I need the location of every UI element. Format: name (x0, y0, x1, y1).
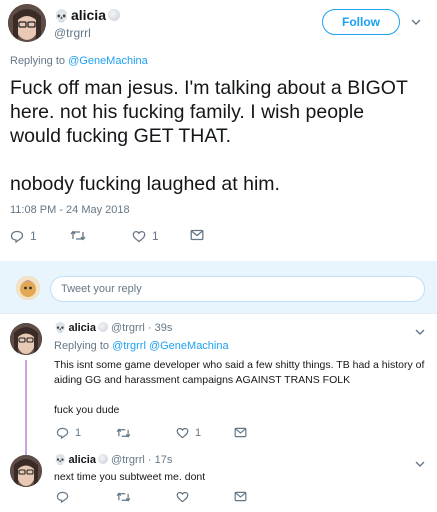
reply-header: 💀 alicia @trgrrl · 17s (54, 454, 172, 466)
tweet-line: would fucking GET THAT. (10, 125, 232, 147)
display-name[interactable]: alicia (71, 7, 106, 23)
like-action[interactable]: 1 (132, 229, 159, 243)
tweet-line: here. not his fucking family. I wish peo… (10, 101, 365, 123)
retweet-icon (70, 230, 86, 241)
like-count: 1 (152, 229, 159, 243)
thread-line (25, 360, 27, 455)
retweet-action[interactable] (116, 427, 131, 439)
author-name[interactable]: 💀 alicia (54, 7, 120, 25)
replying-prefix: Replying to (10, 55, 66, 67)
tweet-line (10, 148, 435, 172)
divider (0, 313, 437, 314)
like-count: 1 (195, 427, 202, 439)
replying-to-link[interactable]: @GeneMachina (149, 340, 229, 352)
dm-action[interactable] (190, 229, 204, 241)
chevron-down-icon[interactable] (414, 324, 426, 342)
heart-icon (176, 427, 189, 439)
follow-button[interactable]: Follow (322, 9, 400, 35)
envelope-icon (190, 229, 204, 241)
like-action[interactable]: 1 (176, 427, 201, 439)
moon-emoji-icon (97, 322, 108, 332)
reply-icon (10, 230, 24, 243)
author-handle[interactable]: @trgrrl (111, 454, 145, 466)
reply-line: next time you subtweet me. dont (54, 471, 206, 483)
skull-emoji: 💀 (54, 9, 69, 23)
avatar[interactable] (10, 455, 42, 487)
timestamp[interactable]: 11:08 PM - 24 May 2018 (10, 204, 130, 216)
replying-prefix: Replying to (54, 340, 110, 352)
tweet-text: Fuck off man jesus. I'm talking about a … (10, 76, 435, 196)
reply-icon (56, 491, 69, 503)
replying-to-link[interactable]: @trgrrl (112, 340, 146, 352)
reply-text: next time you subtweet me. dont (54, 470, 205, 485)
skull-emoji: 💀 (54, 455, 67, 466)
replying-to: Replying to @trgrrl @GeneMachina (54, 340, 229, 352)
reply-action[interactable]: 1 (10, 229, 37, 243)
tweet-line: nobody fucking laughed at him. (10, 173, 280, 195)
tweet-line: Fuck off man jesus. I'm talking about a … (10, 77, 408, 99)
retweet-icon (116, 492, 131, 502)
retweet-action[interactable] (116, 491, 131, 503)
reply-action[interactable]: 1 (56, 427, 81, 439)
reply-line: fuck you dude (54, 404, 120, 416)
skull-emoji: 💀 (54, 323, 67, 334)
heart-icon (132, 230, 146, 242)
dm-action[interactable] (234, 491, 247, 502)
reply-text: This isnt some game developer who said a… (54, 358, 434, 418)
follow-label: Follow (342, 15, 380, 29)
replying-to-link[interactable]: @GeneMachina (68, 55, 148, 67)
retweet-icon (116, 428, 131, 438)
moon-emoji-icon (97, 454, 108, 464)
author-handle[interactable]: @trgrrl (54, 26, 91, 40)
moon-emoji-icon (107, 9, 120, 21)
avatar[interactable] (8, 4, 46, 42)
chevron-down-icon[interactable] (410, 14, 422, 32)
chevron-down-icon[interactable] (414, 456, 426, 474)
time[interactable]: · 17s (148, 454, 172, 466)
author-handle[interactable]: @trgrrl (111, 322, 145, 334)
current-user-avatar (16, 276, 40, 300)
envelope-icon (234, 491, 247, 502)
heart-icon (176, 491, 189, 503)
like-action[interactable] (176, 491, 189, 503)
reply-input[interactable]: Tweet your reply (50, 276, 425, 302)
replying-to: Replying to @GeneMachina (10, 55, 148, 67)
retweet-action[interactable] (70, 229, 92, 242)
envelope-icon (234, 427, 247, 438)
reply-action[interactable] (56, 491, 69, 503)
reply-line: This isnt some game developer who said a… (54, 359, 425, 371)
reply-count: 1 (30, 229, 37, 243)
reply-count: 1 (75, 427, 82, 439)
time[interactable]: · 39s (148, 322, 172, 334)
display-name[interactable]: alicia (68, 454, 96, 466)
display-name[interactable]: alicia (68, 322, 96, 334)
dm-action[interactable] (234, 427, 247, 438)
reply-line: aiding GG and harassment campaigns AGAIN… (54, 374, 351, 386)
reply-header: 💀 alicia @trgrrl · 39s (54, 322, 172, 334)
reply-icon (56, 427, 69, 439)
reply-placeholder: Tweet your reply (61, 283, 142, 295)
avatar[interactable] (10, 323, 42, 355)
